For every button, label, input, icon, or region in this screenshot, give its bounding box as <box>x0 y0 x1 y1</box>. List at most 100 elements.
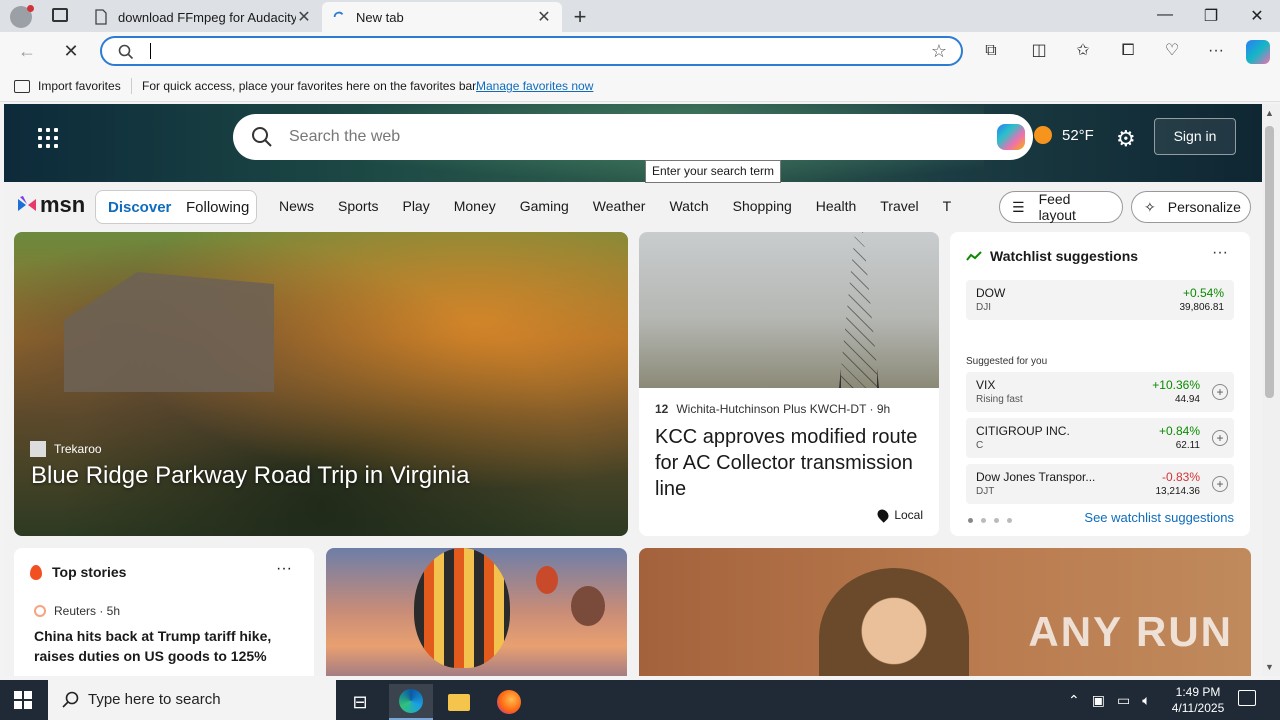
taskbar-clock[interactable]: 1:49 PM 4/11/2025 <box>1168 684 1228 716</box>
category-travel[interactable]: Travel <box>880 198 918 214</box>
stock-name: DOW <box>976 286 1006 300</box>
weather-widget[interactable]: 52°F <box>1034 126 1094 144</box>
article-title[interactable]: China hits back at Trump tariff hike, ra… <box>34 626 294 666</box>
notification-center-icon[interactable] <box>1238 690 1256 706</box>
network-icon[interactable]: ▭ <box>1117 692 1130 709</box>
stop-loading-button[interactable]: ✕ <box>60 40 82 62</box>
article-source: Reuters · 5h <box>34 604 120 618</box>
firefox-taskbar-icon[interactable] <box>487 684 531 720</box>
minimize-button[interactable]: — <box>1150 6 1180 24</box>
more-options-icon[interactable]: ··· <box>1212 244 1228 262</box>
browser-essentials-icon[interactable]: ♡ <box>1162 41 1182 61</box>
msn-logo[interactable]: msn <box>16 192 85 218</box>
category-shopping[interactable]: Shopping <box>733 198 792 214</box>
tab-ffmpeg[interactable]: download FFmpeg for Audacity - ✕ <box>84 2 322 32</box>
feed-layout-label: Feed layout <box>1038 191 1076 223</box>
device-icon[interactable]: ▣ <box>1092 692 1105 709</box>
featured-image-card[interactable]: ANY RUN <box>639 548 1251 676</box>
add-to-watchlist-icon[interactable]: + <box>1212 430 1228 446</box>
add-to-watchlist-icon[interactable]: + <box>1212 476 1228 492</box>
address-bar[interactable]: ☆ <box>100 36 963 66</box>
stock-change: -0.83% <box>1161 470 1200 484</box>
news-article-card[interactable]: 12 Wichita-Hutchinson Plus KWCH-DT · 9h … <box>639 232 939 536</box>
favorites-bar-message: For quick access, place your favorites h… <box>142 79 479 93</box>
import-favorites-button[interactable]: Import favorites <box>14 79 121 93</box>
tab-new-tab[interactable]: New tab ✕ <box>322 2 562 32</box>
back-button[interactable]: ← <box>16 40 38 62</box>
category-weather[interactable]: Weather <box>593 198 646 214</box>
see-watchlist-link[interactable]: See watchlist suggestions <box>1084 510 1234 525</box>
search-icon <box>118 44 134 60</box>
balloon-article-card[interactable] <box>326 548 627 676</box>
task-view-icon[interactable]: ⊟ <box>338 684 382 720</box>
tab-following[interactable]: Following <box>186 199 249 216</box>
scroll-down-arrow-icon[interactable]: ▼ <box>1265 662 1274 672</box>
transmission-tower-image <box>839 232 879 388</box>
gear-icon[interactable]: ⚙ <box>1116 126 1136 152</box>
settings-more-icon[interactable]: ··· <box>1206 41 1226 61</box>
favorite-star-icon[interactable]: ☆ <box>931 41 947 62</box>
windows-start-icon[interactable] <box>14 691 32 709</box>
system-tray: ⌃ ▣ ▭ 🔈︎ <box>1068 692 1151 709</box>
stock-change: +0.54% <box>1182 286 1224 300</box>
favorites-icon[interactable]: ✩ <box>1073 41 1093 61</box>
copilot-icon[interactable] <box>997 124 1025 150</box>
category-sports[interactable]: Sports <box>338 198 378 214</box>
divider <box>131 78 132 94</box>
app-launcher-icon[interactable] <box>38 128 58 148</box>
local-tag[interactable]: Local <box>875 507 923 523</box>
stock-name: Dow Jones Transpor... <box>976 470 1096 484</box>
edge-taskbar-icon[interactable] <box>389 684 433 720</box>
taskbar-search-box[interactable]: Type here to search <box>48 680 336 720</box>
close-window-button[interactable]: ✕ <box>1242 6 1272 26</box>
tab-actions-icon[interactable] <box>52 8 68 22</box>
butterfly-icon <box>18 196 36 211</box>
new-tab-button[interactable]: + <box>568 4 592 30</box>
restore-button[interactable]: ❐ <box>1196 6 1226 26</box>
stock-change: +10.36% <box>1152 378 1200 392</box>
stock-row[interactable]: VIX Rising fast +10.36% 44.94 + <box>966 372 1234 412</box>
search-icon <box>62 691 79 708</box>
split-screen-icon[interactable]: ◫ <box>1029 41 1049 61</box>
chevron-up-icon[interactable]: ⌃ <box>1068 692 1080 709</box>
personalize-button[interactable]: ✧ Personalize <box>1131 191 1251 223</box>
close-icon[interactable]: ✕ <box>536 7 552 27</box>
more-options-icon[interactable]: ··· <box>276 560 292 578</box>
category-traffic[interactable]: Trai <box>943 198 951 214</box>
file-explorer-icon[interactable] <box>437 684 481 720</box>
category-money[interactable]: Money <box>454 198 496 214</box>
volume-icon[interactable]: 🔈︎ <box>1142 692 1150 709</box>
web-search-box[interactable]: Search the web <box>233 114 1033 160</box>
add-to-watchlist-icon[interactable]: + <box>1212 384 1228 400</box>
article-image <box>639 232 939 388</box>
hero-article-card[interactable]: Trekaroo Blue Ridge Parkway Road Trip in… <box>14 232 628 536</box>
category-play[interactable]: Play <box>402 198 429 214</box>
page-icon <box>95 9 107 25</box>
profile-icon[interactable] <box>10 5 34 28</box>
category-news[interactable]: News <box>279 198 314 214</box>
hot-air-balloon-image <box>571 586 605 626</box>
tab-discover[interactable]: Discover <box>108 199 171 216</box>
close-icon[interactable]: ✕ <box>296 7 312 27</box>
collections-icon[interactable]: ⧠ <box>1118 41 1138 61</box>
feed-layout-button[interactable]: ☰ Feed layout <box>999 191 1123 223</box>
manage-favorites-link[interactable]: Manage favorites now <box>476 79 593 93</box>
page-scrollbar[interactable]: ▲ ▼ <box>1262 104 1280 676</box>
stock-row[interactable]: CITIGROUP INC. C +0.84% 62.11 + <box>966 418 1234 458</box>
extensions-icon[interactable]: ⧉ <box>981 41 1001 61</box>
scrollbar-thumb[interactable] <box>1265 126 1274 398</box>
copilot-icon[interactable] <box>1246 40 1270 64</box>
scroll-up-arrow-icon[interactable]: ▲ <box>1265 108 1274 118</box>
carousel-dots[interactable] <box>968 518 1012 523</box>
browser-toolbar: ← ✕ ☆ ⧉ ◫ ✩ ⧠ ♡ ··· <box>0 32 1280 70</box>
category-gaming[interactable]: Gaming <box>520 198 569 214</box>
flame-icon <box>30 564 42 580</box>
search-icon <box>252 127 272 147</box>
category-watch[interactable]: Watch <box>669 198 708 214</box>
watchlist-title: Watchlist suggestions <box>990 248 1139 264</box>
category-health[interactable]: Health <box>816 198 856 214</box>
watchlist-card: Watchlist suggestions ··· DOW DJI +0.54%… <box>950 232 1250 536</box>
stock-row[interactable]: DOW DJI +0.54% 39,806.81 <box>966 280 1234 320</box>
sign-in-button[interactable]: Sign in <box>1154 118 1236 155</box>
stock-row[interactable]: Dow Jones Transpor... DJT -0.83% 13,214.… <box>966 464 1234 504</box>
